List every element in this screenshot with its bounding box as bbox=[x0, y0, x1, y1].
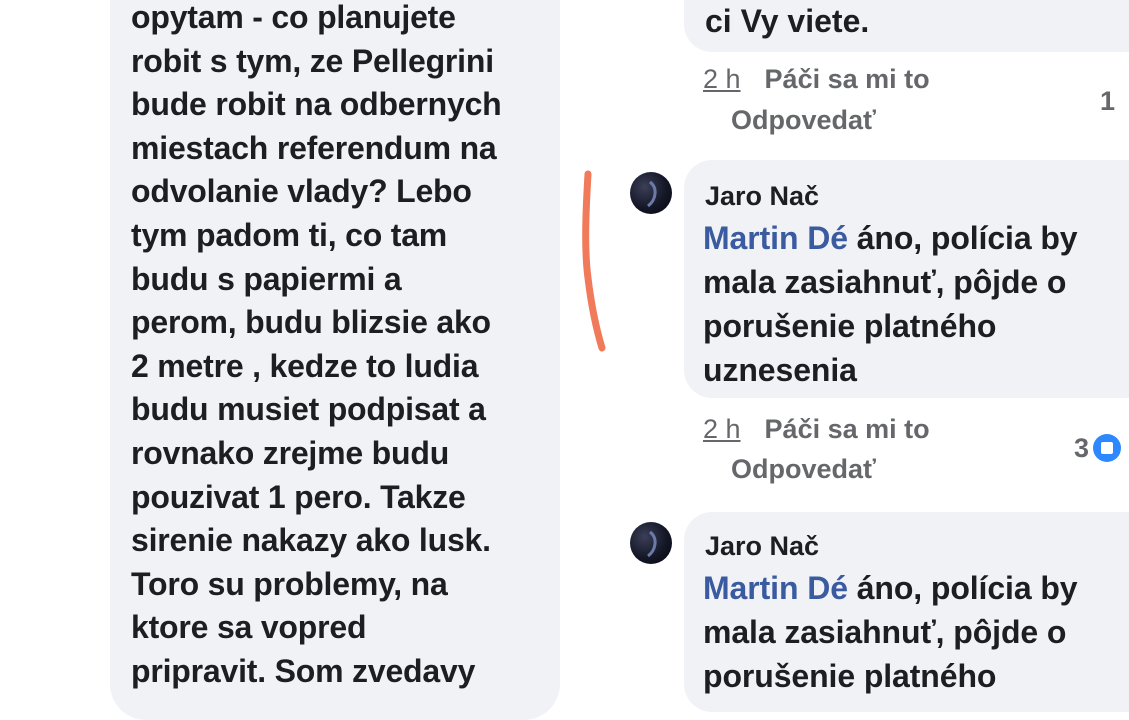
reply-meta: 2 h Páči sa mi to bbox=[703, 412, 930, 446]
timestamp-link[interactable]: 2 h bbox=[703, 64, 741, 94]
avatar[interactable] bbox=[630, 522, 672, 564]
reply-button[interactable]: Odpovedať bbox=[731, 103, 876, 137]
like-button[interactable]: Páči sa mi to bbox=[765, 414, 930, 444]
mention-link[interactable]: Martin Dé bbox=[703, 570, 848, 606]
like-icon bbox=[1093, 434, 1122, 462]
reaction-summary[interactable]: 3 bbox=[1074, 431, 1122, 465]
annotation-mark bbox=[582, 170, 606, 352]
mention-link[interactable]: Martin Dé bbox=[703, 220, 848, 256]
reply-text-top: ci Vy viete. bbox=[705, 3, 870, 39]
reply-text-rest: mala zasiahnuť, pôjde o porušenie platné… bbox=[703, 614, 1067, 694]
comment-text-left: opytam - co planujete robit s tym, ze Pe… bbox=[131, 0, 502, 689]
reply-text: Martin Dé áno, polícia by mala zasiahnuť,… bbox=[703, 566, 1129, 698]
reply-meta-top: 2 h Páči sa mi to bbox=[703, 62, 930, 96]
timestamp-link[interactable]: 2 h bbox=[703, 414, 741, 444]
reply-text-line1: áno, polícia by bbox=[847, 570, 1078, 606]
author-name[interactable]: Jaro Nač bbox=[705, 530, 819, 562]
reply-text: Martin Dé áno, polícia by mala zasiahnuť,… bbox=[703, 216, 1129, 392]
like-button[interactable]: Páči sa mi to bbox=[765, 64, 930, 94]
avatar[interactable] bbox=[630, 172, 672, 214]
reaction-summary[interactable]: 1 bbox=[1100, 84, 1115, 118]
reaction-count: 1 bbox=[1100, 86, 1116, 116]
avatar-image bbox=[647, 180, 657, 208]
reply-text-rest: mala zasiahnuť, pôjde o porušenie platné… bbox=[703, 264, 1067, 388]
avatar-image bbox=[647, 530, 657, 558]
reaction-count: 3 bbox=[1074, 433, 1090, 463]
author-name[interactable]: Jaro Nač bbox=[705, 180, 819, 212]
reply-button[interactable]: Odpovedať bbox=[731, 452, 876, 486]
reply-text-line1: áno, polícia by bbox=[847, 220, 1078, 256]
